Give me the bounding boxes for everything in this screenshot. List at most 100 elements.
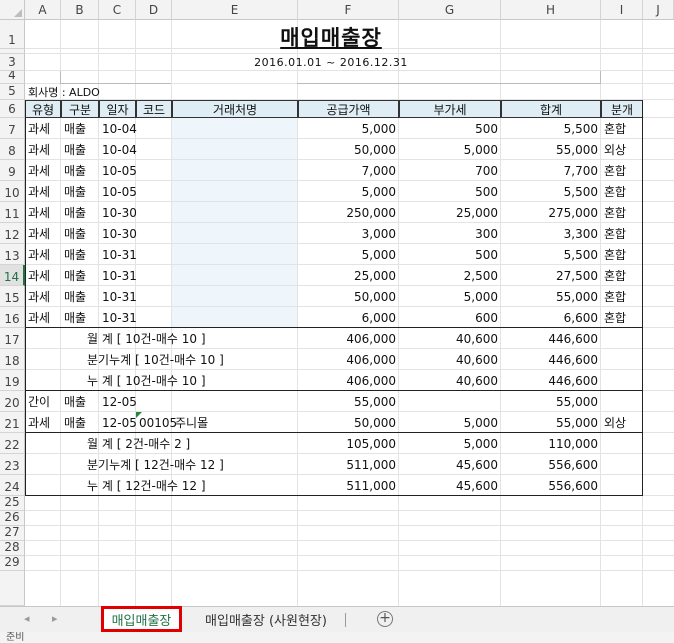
- column-header-d[interactable]: D: [136, 0, 172, 20]
- cell-code: [136, 286, 172, 307]
- row-header-9[interactable]: 9: [0, 160, 25, 181]
- row-header-5[interactable]: 5: [0, 84, 25, 100]
- cell-vat: 5,000: [463, 289, 498, 304]
- tab-label: 매입매출장 (사원현장): [205, 613, 327, 629]
- spreadsheet-grid[interactable]: ABCDEFGHIJ 1 23 45678910111213141516171819…: [0, 0, 674, 606]
- cell-kind: 매출: [64, 269, 87, 283]
- cell-type: 과세: [28, 164, 51, 178]
- table-border: [25, 327, 643, 328]
- cell-entry: [601, 391, 643, 412]
- subtotal-label: 분기누계 [ 10건-매수 10 ]: [87, 353, 224, 367]
- row-header-8[interactable]: 8: [0, 139, 25, 160]
- tab-scroll-right-icon[interactable]: ▸: [52, 612, 58, 625]
- column-header-c[interactable]: C: [99, 0, 136, 20]
- sheet-tab-bar: ◂ ▸ 매입매출장 매입매출장 (사원현장) +: [0, 606, 674, 632]
- row-header-23[interactable]: 23: [0, 454, 25, 475]
- grid-line-horizontal: [25, 510, 674, 511]
- column-title-6: 부가세: [399, 100, 501, 118]
- add-sheet-icon[interactable]: +: [377, 611, 393, 627]
- row-header-24[interactable]: 24: [0, 475, 25, 496]
- column-header-a[interactable]: A: [25, 0, 61, 20]
- column-header-i[interactable]: I: [601, 0, 643, 20]
- cell-type: 과세: [28, 185, 51, 199]
- cell-code: [136, 265, 172, 286]
- tab-sheet-second[interactable]: 매입매출장 (사원현장): [191, 606, 341, 632]
- row-header-25[interactable]: 25: [0, 496, 25, 511]
- column-title-2: 일자: [99, 100, 136, 118]
- subtotal-total: 556,600: [548, 478, 598, 493]
- tab-scroll-left-icon[interactable]: ◂: [24, 612, 30, 625]
- cell-supply: 25,000: [354, 268, 396, 283]
- table-border: [642, 100, 643, 496]
- cell-supply: 50,000: [354, 142, 396, 157]
- column-header-j[interactable]: J: [643, 0, 674, 20]
- row-header-12[interactable]: 12: [0, 223, 25, 244]
- cell-total: 55,000: [556, 415, 598, 430]
- cell-code: [136, 181, 172, 202]
- column-header-h[interactable]: H: [501, 0, 601, 20]
- status-bar: 준비: [0, 632, 674, 643]
- error-indicator-icon: [136, 412, 142, 418]
- row-header-16[interactable]: 16: [0, 307, 25, 328]
- cell-date: 10-30: [102, 205, 137, 220]
- column-header-e[interactable]: E: [172, 0, 298, 20]
- row-header-6[interactable]: 6: [0, 100, 25, 118]
- row-header-18[interactable]: 18: [0, 349, 25, 370]
- row-header-22[interactable]: 22: [0, 433, 25, 454]
- row-header-26[interactable]: 26: [0, 511, 25, 526]
- row-header-19[interactable]: 19: [0, 370, 25, 391]
- row-header-28[interactable]: 28: [0, 541, 25, 556]
- cell-type: 과세: [28, 143, 51, 157]
- row-header-13[interactable]: 13: [0, 244, 25, 265]
- row-header-21[interactable]: 21: [0, 412, 25, 433]
- select-all-corner[interactable]: [0, 0, 25, 20]
- cell-vat: 5,000: [463, 415, 498, 430]
- cell-type: 과세: [28, 311, 51, 325]
- column-title-1: 구분: [61, 100, 99, 118]
- row-header-27[interactable]: 27: [0, 526, 25, 541]
- grid-line-horizontal: [25, 540, 674, 541]
- row-header-4[interactable]: 4: [0, 71, 25, 84]
- column-header-g[interactable]: G: [399, 0, 501, 20]
- cell-entry: 혼합: [604, 290, 627, 304]
- cell-date: 10-04: [102, 142, 137, 157]
- cell-entry: 혼합: [604, 122, 627, 136]
- row-header-10[interactable]: 10: [0, 181, 25, 202]
- cell-name: [172, 265, 298, 286]
- cell-date: 10-04: [102, 121, 137, 136]
- cell-name: [172, 391, 298, 412]
- row-header-1[interactable]: 1: [0, 20, 25, 49]
- company-name: 회사명 : ALDO: [28, 86, 100, 99]
- row-header-15[interactable]: 15: [0, 286, 25, 307]
- tab-divider: [345, 613, 346, 627]
- cell-code: [136, 244, 172, 265]
- cell-vat: 500: [475, 184, 498, 199]
- cell-name: [172, 223, 298, 244]
- column-header-f[interactable]: F: [298, 0, 399, 20]
- cell-name: [172, 160, 298, 181]
- tab-sheet-active[interactable]: 매입매출장: [101, 606, 182, 632]
- subtotal-supply: 406,000: [346, 352, 396, 367]
- cell-name: [172, 307, 298, 328]
- row-header-11[interactable]: 11: [0, 202, 25, 223]
- column-title-7: 합계: [501, 100, 601, 118]
- row-header-partial: [0, 571, 25, 606]
- subtotal-total: 556,600: [548, 457, 598, 472]
- column-header-b[interactable]: B: [61, 0, 99, 20]
- cell-date: 10-31: [102, 289, 137, 304]
- row-header-7[interactable]: 7: [0, 118, 25, 139]
- row-header-3[interactable]: 3: [0, 54, 25, 71]
- frame-line: [60, 71, 171, 84]
- cell-vat: 500: [475, 121, 498, 136]
- cell-supply: 5,000: [361, 121, 396, 136]
- row-header-29[interactable]: 29: [0, 556, 25, 571]
- row-header-14[interactable]: 14: [0, 265, 25, 286]
- cell-code: [136, 391, 172, 412]
- row-header-17[interactable]: 17: [0, 328, 25, 349]
- column-title-8: 분개: [601, 100, 643, 118]
- row-header-20[interactable]: 20: [0, 391, 25, 412]
- subtotal-total: 446,600: [548, 352, 598, 367]
- cell-entry: 외상: [604, 143, 627, 157]
- cell-kind: 매출: [64, 122, 87, 136]
- column-title-0: 유형: [25, 100, 61, 118]
